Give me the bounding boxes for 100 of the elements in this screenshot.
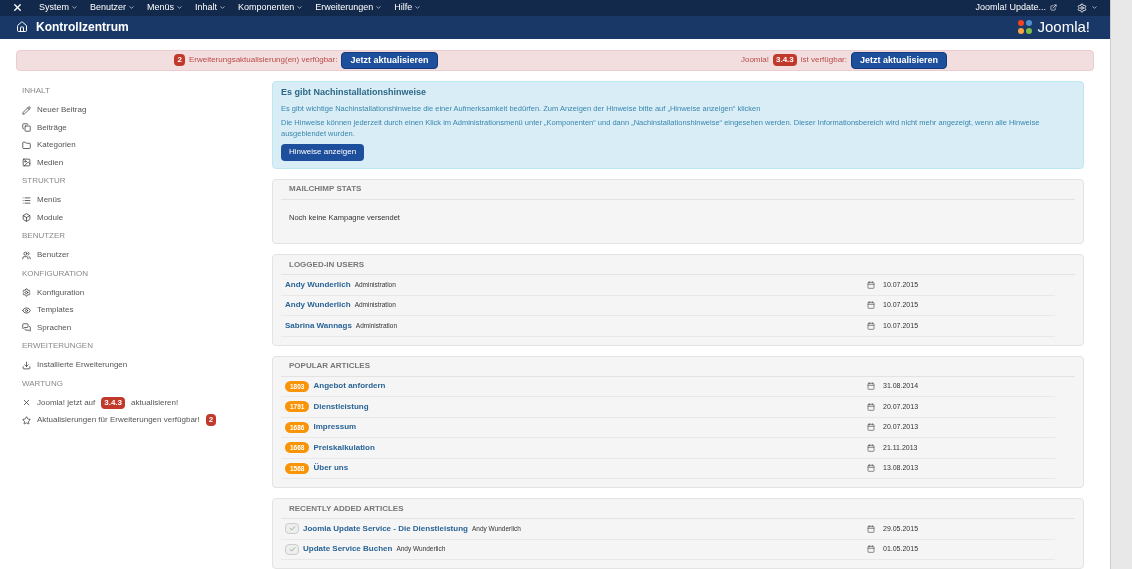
article-link[interactable]: Über uns xyxy=(313,462,349,475)
caret-icon xyxy=(296,4,304,12)
sidebar-item[interactable]: Benutzer xyxy=(22,246,272,264)
calendar-icon xyxy=(867,443,875,452)
check-icon xyxy=(288,525,296,533)
section-heading: INHALT xyxy=(22,85,51,98)
sidebar-item[interactable]: Medien xyxy=(22,153,272,172)
article-link[interactable]: Update Service Buchen xyxy=(303,543,393,556)
user-link[interactable]: Andy Wunderlich xyxy=(285,278,351,291)
page-title: Kontrollzentrum xyxy=(36,19,129,37)
menu-item-text: Neuer Beitrag xyxy=(37,104,87,116)
caret-icon xyxy=(1091,4,1098,12)
menu-item-text: Menüs xyxy=(37,194,61,206)
sidebar-item[interactable]: Templates xyxy=(22,301,272,319)
user-link[interactable]: Andy Wunderlich xyxy=(285,299,351,312)
nav-menu[interactable]: System xyxy=(39,1,78,15)
sidebar-item[interactable]: Konfiguration xyxy=(22,283,272,302)
sidebar-item[interactable]: Beiträge xyxy=(22,118,272,137)
users-icon xyxy=(22,250,31,260)
pencil-icon xyxy=(22,105,31,115)
nav-menu[interactable]: Benutzer xyxy=(90,1,136,15)
external-link-icon xyxy=(1050,4,1057,12)
copy-icon xyxy=(22,123,31,132)
article-link[interactable]: Preiskalkulation xyxy=(313,441,375,454)
menu-item-text: Kategorien xyxy=(37,139,76,151)
calendar-icon xyxy=(867,382,875,391)
alert-text: ist verfügbar: xyxy=(800,54,847,67)
caret-icon xyxy=(176,4,184,12)
sidebar-item[interactable]: Joomla! jetzt auf 3.4.3 aktualisieren! xyxy=(22,393,272,412)
article-link[interactable]: Joomla Update Service - Die Dienstleistung xyxy=(303,522,468,535)
menu-item-text: Aktualisierungen für Erweiterungen verfügbar! xyxy=(37,414,200,426)
menu-item-text: Beiträge xyxy=(37,121,67,134)
menu-item-text: Sprachen xyxy=(37,321,72,334)
caret-icon xyxy=(219,4,227,12)
count-badge: 2 xyxy=(205,414,217,426)
published-toggle[interactable] xyxy=(285,523,299,535)
section-heading: ERWEITERUNGEN xyxy=(22,340,94,353)
update-button[interactable]: Jetzt aktualisieren xyxy=(341,51,438,69)
sidebar-item[interactable]: Installierte Erweiterungen xyxy=(22,356,272,374)
caret-icon xyxy=(128,4,136,12)
menu-item-text: Templates xyxy=(37,304,74,316)
show-hints-button[interactable]: Hinweise anzeigen xyxy=(281,143,365,161)
nav-menu[interactable]: Hilfe xyxy=(394,1,422,15)
panel-title: MAILCHIMP STATS xyxy=(281,179,1075,200)
caret-icon xyxy=(71,4,78,12)
sidebar-item[interactable]: Kategorien xyxy=(22,136,272,154)
settings-icon xyxy=(22,288,31,297)
article-link[interactable]: Impressum xyxy=(313,421,357,434)
calendar-icon xyxy=(867,280,875,289)
check-icon xyxy=(288,545,296,553)
caret-icon xyxy=(414,4,422,12)
menu-item-text: Installierte Erweiterungen xyxy=(37,359,128,371)
alert-text: Joomla! xyxy=(740,54,769,67)
count-badge: 2 xyxy=(174,54,185,67)
message-title: Es gibt Nachinstallationshinweise xyxy=(281,86,428,100)
menu-item-text: Joomla! jetzt auf xyxy=(37,396,96,409)
menu-item-text: aktualisieren! xyxy=(131,396,179,409)
menu-item-text: Module xyxy=(37,211,64,224)
sidebar-item[interactable]: Aktualisierungen für Erweiterungen verfügbar! 2 xyxy=(22,411,272,429)
section-heading: STRUKTUR xyxy=(22,175,67,188)
article-link[interactable]: Angebot anfordern xyxy=(313,380,386,393)
calendar-icon xyxy=(867,402,875,411)
image-icon xyxy=(22,158,31,167)
star-icon xyxy=(22,415,31,425)
user-link[interactable]: Sabrina Wannags xyxy=(285,319,352,332)
settings-menu[interactable] xyxy=(1077,2,1098,13)
nav-menu[interactable]: Inhalt xyxy=(195,1,227,15)
home-icon xyxy=(16,21,28,34)
scrollbar[interactable] xyxy=(1110,0,1132,569)
count-badge: 3.4.3 xyxy=(101,396,126,409)
nav-menu[interactable]: Erweiterungen xyxy=(315,1,383,15)
menu-item-text: Medien xyxy=(37,156,64,169)
joomla-logo-icon xyxy=(1017,19,1034,36)
nav-menu[interactable]: Komponenten xyxy=(238,1,304,15)
caret-icon xyxy=(375,4,383,12)
calendar-icon xyxy=(867,524,875,533)
calendar-icon xyxy=(867,545,875,554)
gear-icon xyxy=(1077,2,1087,13)
article-link[interactable]: Dienstleistung xyxy=(313,400,369,413)
nav-menu[interactable]: Menüs xyxy=(147,1,184,15)
chat-icon xyxy=(22,323,31,332)
menu-item-text: Benutzer xyxy=(37,249,70,261)
calendar-icon xyxy=(867,321,875,330)
section-heading: BENUTZER xyxy=(22,230,67,243)
sidebar-item[interactable]: Neuer Beitrag xyxy=(22,101,272,119)
sidebar-item[interactable]: Module xyxy=(22,208,272,227)
folder-icon xyxy=(22,140,31,150)
published-toggle[interactable] xyxy=(285,543,299,555)
sidebar-item[interactable]: Sprachen xyxy=(22,318,272,337)
section-heading: WARTUNG xyxy=(22,377,64,390)
section-heading: KONFIGURATION xyxy=(22,267,90,280)
cube-icon xyxy=(22,213,31,222)
menu-item-text: Konfiguration xyxy=(37,286,85,299)
list-icon xyxy=(22,195,31,205)
download-icon xyxy=(22,360,31,370)
update-button[interactable]: Jetzt aktualisieren xyxy=(851,51,948,69)
alert-text: Erweiterungsaktualisierung(en) verfügbar: xyxy=(188,54,338,67)
sidebar-item[interactable]: Menüs xyxy=(22,191,272,209)
calendar-icon xyxy=(867,301,875,310)
update-link[interactable]: Joomla! Update... xyxy=(975,1,1057,15)
